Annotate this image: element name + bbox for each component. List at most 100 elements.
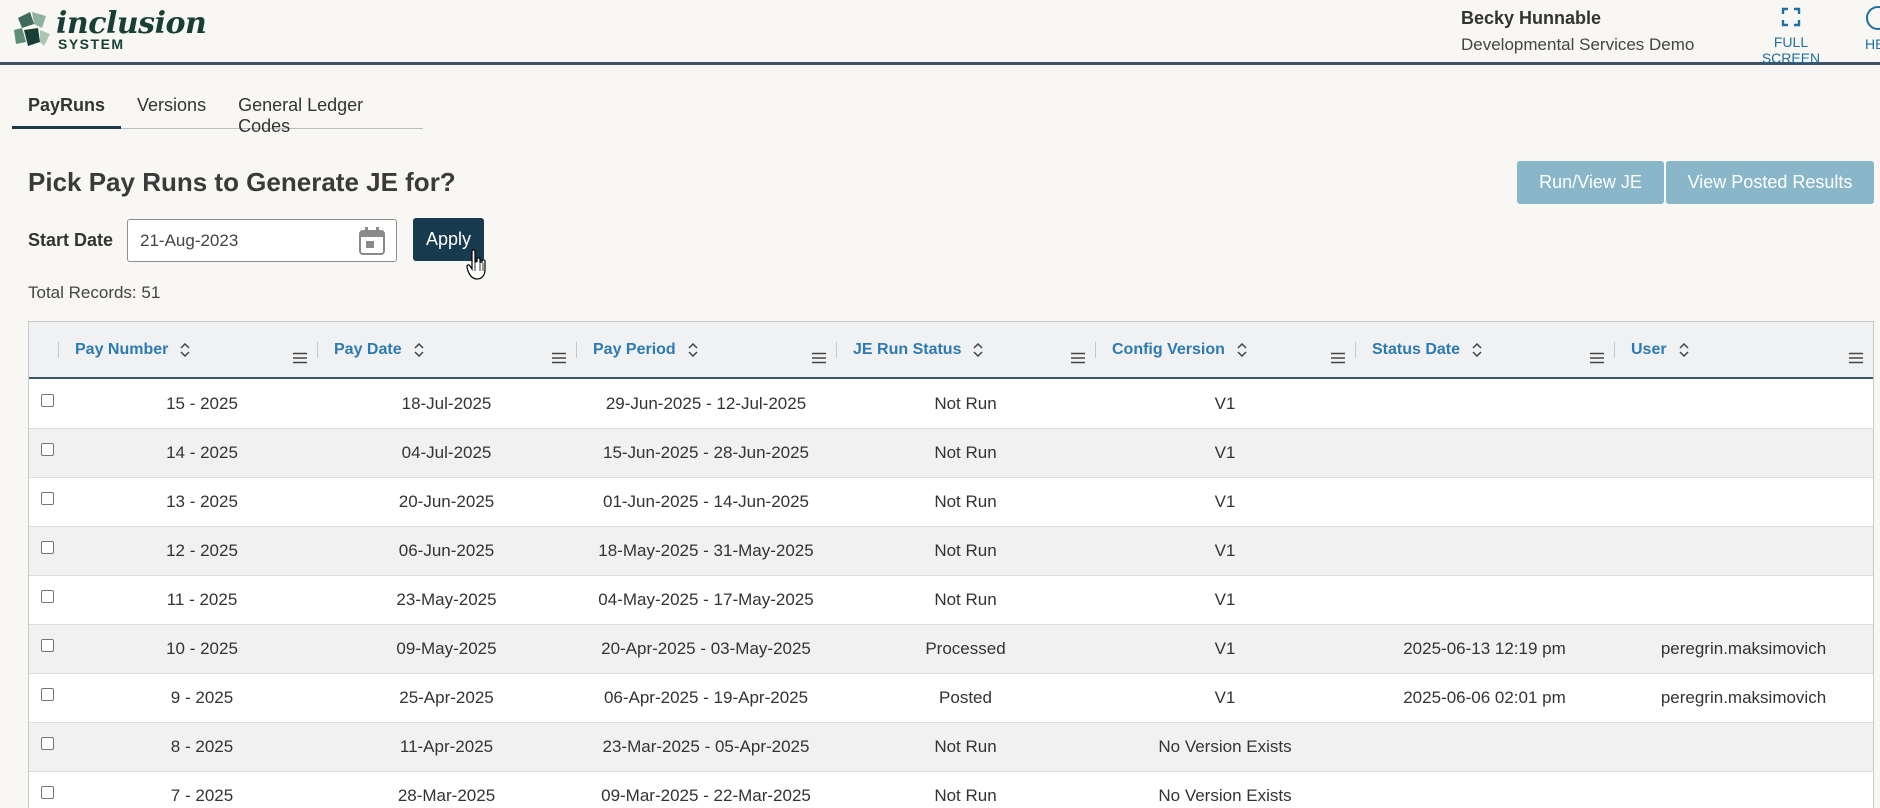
table-row[interactable]: 11 - 2025 23-May-2025 04-May-2025 - 17-M… — [29, 576, 1873, 625]
sort-icon[interactable] — [688, 342, 698, 357]
cell-je-run-status: Not Run — [934, 541, 997, 560]
sort-icon[interactable] — [973, 342, 983, 357]
cell-pay-date: 11-Apr-2025 — [399, 737, 494, 756]
calendar-icon[interactable] — [358, 226, 386, 256]
cell-je-run-status: Posted — [939, 688, 992, 707]
column-header-je-run-status[interactable]: JE Run Status — [836, 322, 1095, 377]
cell-config-version: V1 — [1214, 492, 1236, 511]
sort-icon[interactable] — [180, 342, 190, 357]
cell-pay-period: 06-Apr-2025 - 19-Apr-2025 — [603, 688, 809, 707]
cell-pay-date: 06-Jun-2025 — [398, 541, 495, 560]
row-checkbox[interactable] — [41, 737, 54, 750]
cell-pay-number: 8 - 2025 — [170, 737, 234, 756]
cell-status-date: 2025-06-13 12:19 pm — [1403, 639, 1566, 658]
tab-payruns[interactable]: PayRuns — [12, 86, 122, 129]
column-menu-icon[interactable] — [552, 352, 566, 364]
payruns-grid: Pay Number Pay Date Pay Period JE Run St… — [28, 321, 1874, 808]
cell-pay-period: 29-Jun-2025 - 12-Jul-2025 — [605, 394, 807, 413]
column-label: User — [1631, 341, 1667, 358]
cell-pay-period: 18-May-2025 - 31-May-2025 — [598, 541, 814, 560]
table-row[interactable]: 9 - 2025 25-Apr-2025 06-Apr-2025 - 19-Ap… — [29, 674, 1873, 723]
column-menu-icon[interactable] — [293, 352, 307, 364]
cell-pay-date: 18-Jul-2025 — [401, 394, 492, 413]
fullscreen-button[interactable]: FULL SCREEN — [1745, 6, 1837, 66]
user-info: Becky Hunnable Developmental Services De… — [1461, 8, 1694, 55]
row-checkbox[interactable] — [41, 394, 54, 407]
cell-je-run-status: Not Run — [934, 590, 997, 609]
sort-icon[interactable] — [1679, 342, 1689, 357]
column-menu-icon[interactable] — [812, 352, 826, 364]
view-posted-results-button[interactable]: View Posted Results — [1666, 161, 1874, 204]
cell-user: peregrin.maksimovich — [1660, 688, 1827, 707]
cell-je-run-status: Not Run — [934, 737, 997, 756]
cell-pay-number: 12 - 2025 — [166, 541, 238, 560]
fullscreen-label: FULL SCREEN — [1761, 34, 1821, 66]
cell-je-run-status: Not Run — [934, 443, 997, 462]
column-label: Pay Number — [75, 341, 169, 358]
column-menu-icon[interactable] — [1849, 352, 1863, 364]
sort-icon[interactable] — [1237, 342, 1247, 357]
row-checkbox[interactable] — [41, 639, 54, 652]
column-header-user[interactable]: User — [1614, 322, 1873, 377]
column-label: Status Date — [1372, 341, 1461, 358]
cell-pay-number: 11 - 2025 — [166, 590, 238, 609]
tab-versions[interactable]: Versions — [121, 86, 222, 129]
run-view-je-button[interactable]: Run/View JE — [1517, 161, 1664, 204]
cell-config-version: V1 — [1214, 443, 1236, 462]
app-logo[interactable]: inclusion SYSTEM — [10, 8, 207, 52]
grid-header: Pay Number Pay Date Pay Period JE Run St… — [29, 322, 1873, 379]
column-label: JE Run Status — [853, 341, 962, 358]
cell-pay-period: 15-Jun-2025 - 28-Jun-2025 — [602, 443, 810, 462]
row-checkbox[interactable] — [41, 688, 54, 701]
column-header-status-date[interactable]: Status Date — [1355, 322, 1614, 377]
cell-pay-period: 01-Jun-2025 - 14-Jun-2025 — [602, 492, 810, 511]
cell-je-run-status: Processed — [925, 639, 1006, 658]
column-header-pay-date[interactable]: Pay Date — [317, 322, 576, 377]
cell-config-version: V1 — [1214, 541, 1236, 560]
table-row[interactable]: 15 - 2025 18-Jul-2025 29-Jun-2025 - 12-J… — [29, 380, 1873, 429]
help-label: HE — [1865, 36, 1880, 52]
column-header-config-version[interactable]: Config Version — [1095, 322, 1355, 377]
row-checkbox[interactable] — [41, 541, 54, 554]
cell-pay-number: 9 - 2025 — [170, 688, 234, 707]
cell-je-run-status: Not Run — [934, 786, 997, 805]
cell-pay-number: 14 - 2025 — [166, 443, 238, 462]
column-header-pay-period[interactable]: Pay Period — [576, 322, 836, 377]
row-checkbox[interactable] — [41, 492, 54, 505]
column-header-pay-number[interactable]: Pay Number — [58, 322, 317, 377]
column-menu-icon[interactable] — [1071, 352, 1085, 364]
table-row[interactable]: 13 - 2025 20-Jun-2025 01-Jun-2025 - 14-J… — [29, 478, 1873, 527]
row-checkbox[interactable] — [41, 443, 54, 456]
cell-config-version: No Version Exists — [1158, 737, 1292, 756]
tab-general-ledger-codes[interactable]: General Ledger Codes — [222, 86, 423, 136]
column-menu-icon[interactable] — [1331, 352, 1345, 364]
cell-pay-date: 28-Mar-2025 — [397, 786, 496, 805]
apply-button[interactable]: Apply — [413, 218, 484, 261]
help-button[interactable]: HE — [1865, 6, 1880, 52]
app-header: inclusion SYSTEM Becky Hunnable Developm… — [0, 0, 1880, 66]
cell-pay-date: 25-Apr-2025 — [399, 688, 494, 707]
table-row[interactable]: 12 - 2025 06-Jun-2025 18-May-2025 - 31-M… — [29, 527, 1873, 576]
row-checkbox[interactable] — [41, 786, 54, 799]
column-label: Pay Period — [593, 341, 676, 358]
cell-je-run-status: Not Run — [934, 394, 997, 413]
row-checkbox[interactable] — [41, 590, 54, 603]
table-row[interactable]: 8 - 2025 11-Apr-2025 23-Mar-2025 - 05-Ap… — [29, 723, 1873, 772]
cell-pay-number: 15 - 2025 — [166, 394, 238, 413]
cell-config-version: V1 — [1214, 394, 1236, 413]
sort-icon[interactable] — [1472, 342, 1482, 357]
table-row[interactable]: 7 - 2025 28-Mar-2025 09-Mar-2025 - 22-Ma… — [29, 772, 1873, 808]
table-row[interactable]: 14 - 2025 04-Jul-2025 15-Jun-2025 - 28-J… — [29, 429, 1873, 478]
column-label: Pay Date — [334, 341, 402, 358]
table-row[interactable]: 10 - 2025 09-May-2025 20-Apr-2025 - 03-M… — [29, 625, 1873, 674]
cell-config-version: V1 — [1214, 688, 1236, 707]
sort-icon[interactable] — [414, 342, 424, 357]
logo-mark-icon — [14, 12, 50, 46]
cell-pay-period: 20-Apr-2025 - 03-May-2025 — [601, 639, 811, 658]
cell-config-version: V1 — [1214, 639, 1236, 658]
column-menu-icon[interactable] — [1590, 352, 1604, 364]
start-date-input[interactable] — [140, 231, 340, 251]
cell-pay-date: 23-May-2025 — [396, 590, 497, 609]
start-date-field[interactable] — [127, 219, 397, 262]
cell-pay-period: 09-Mar-2025 - 22-Mar-2025 — [601, 786, 811, 805]
